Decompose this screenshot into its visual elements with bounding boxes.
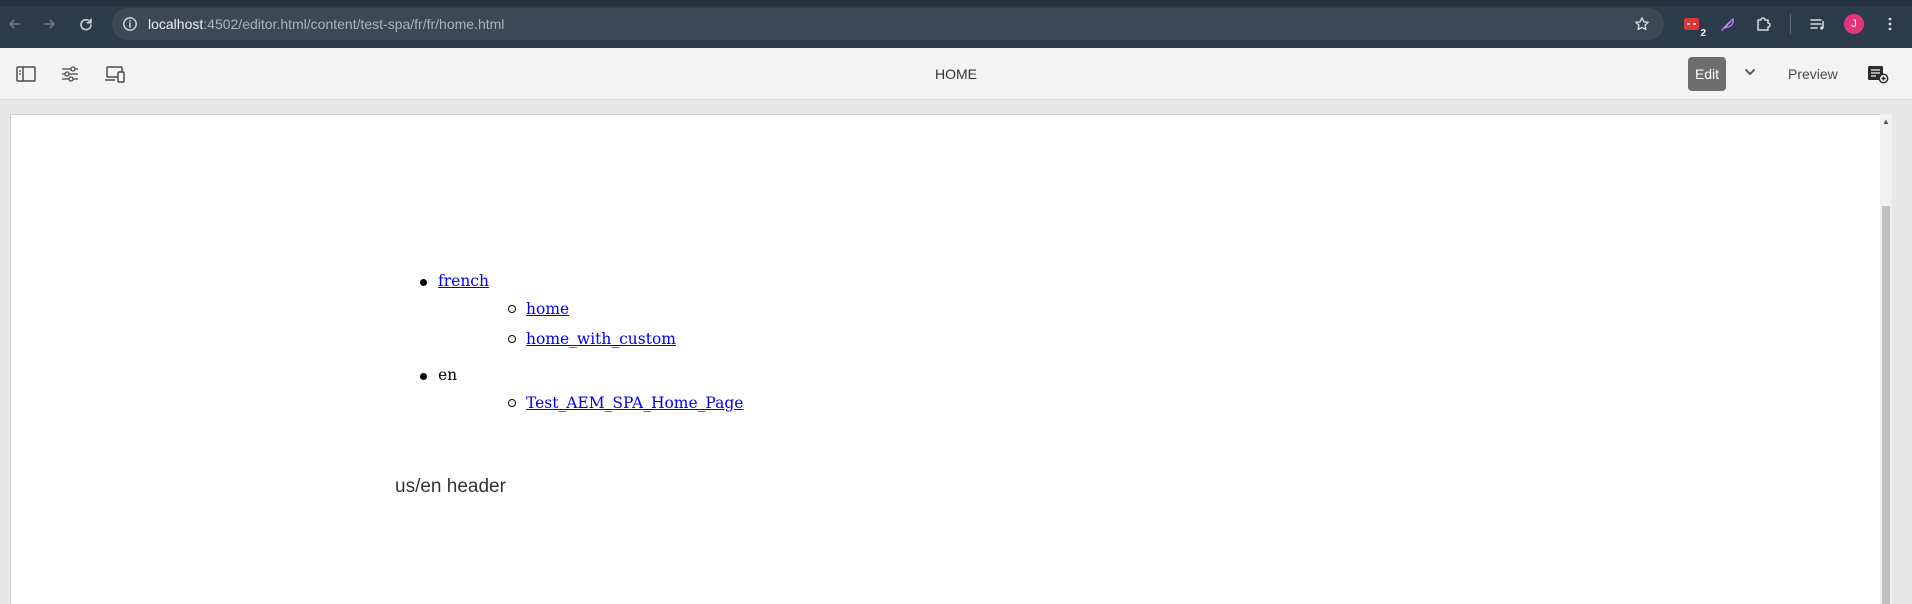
- preview-button[interactable]: Preview: [1782, 57, 1844, 91]
- content-frame[interactable]: [10, 114, 1882, 604]
- edit-mode-button[interactable]: Edit: [1688, 57, 1726, 91]
- nav-link-french[interactable]: french: [438, 270, 743, 292]
- nav-label-en: en: [438, 366, 458, 384]
- forward-arrow-icon[interactable]: [38, 12, 62, 36]
- content-scrollbar[interactable]: ▲: [1880, 114, 1892, 604]
- nav-item-en: en Test_AEM_SPA_Home_Page: [394, 364, 743, 422]
- scroll-thumb[interactable]: [1882, 206, 1890, 604]
- sliders-icon[interactable]: [56, 60, 84, 88]
- site-info-icon[interactable]: [118, 12, 142, 36]
- header-text: us/en header: [395, 476, 506, 497]
- chevron-down-icon[interactable]: [1738, 60, 1762, 84]
- nav-subitem: home_with_custom: [438, 328, 743, 358]
- extensions-puzzle-icon[interactable]: [1752, 12, 1776, 36]
- extension-badge: 2: [1700, 28, 1706, 39]
- page-title: HOME: [935, 66, 977, 82]
- nav-subitem: home: [438, 298, 743, 328]
- url-text[interactable]: localhost:4502/editor.html/content/test-…: [148, 8, 504, 40]
- nav-link-test-aem-spa-home[interactable]: Test_AEM_SPA_Home_Page: [526, 394, 743, 412]
- toolbar-divider: [1790, 14, 1791, 34]
- profile-avatar[interactable]: J: [1842, 12, 1866, 36]
- tab-strip-edge: [0, 0, 1912, 6]
- back-arrow-icon[interactable]: [2, 12, 26, 36]
- reload-icon[interactable]: [74, 12, 98, 36]
- editor-toolbar: HOME Edit Preview: [0, 48, 1912, 100]
- side-panel-icon[interactable]: [12, 60, 40, 88]
- navigation-tree: french home home_with_custom en Test_AEM…: [394, 270, 743, 422]
- media-controls-icon[interactable]: [1806, 12, 1830, 36]
- feather-icon[interactable]: [1716, 12, 1740, 36]
- emulator-settings-icon[interactable]: [1864, 60, 1892, 88]
- address-bar[interactable]: localhost:4502/editor.html/content/test-…: [112, 8, 1664, 40]
- browser-menu-icon[interactable]: [1878, 12, 1902, 36]
- avatar: J: [1844, 14, 1864, 34]
- url-path: :4502/editor.html/content/test-spa/fr/fr…: [203, 16, 505, 32]
- star-icon[interactable]: [1630, 12, 1654, 36]
- nav-item-french: french home home_with_custom: [394, 270, 743, 358]
- nav-link-home-with-custom[interactable]: home_with_custom: [526, 330, 676, 348]
- url-host: localhost: [148, 16, 204, 32]
- scroll-up-arrow[interactable]: ▲: [1880, 116, 1892, 128]
- nav-link-home[interactable]: home: [526, 300, 569, 318]
- nav-subitem: Test_AEM_SPA_Home_Page: [438, 392, 743, 422]
- devices-icon[interactable]: [101, 60, 129, 88]
- extension-icon[interactable]: 2: [1680, 12, 1706, 39]
- browser-chrome: localhost:4502/editor.html/content/test-…: [0, 0, 1912, 48]
